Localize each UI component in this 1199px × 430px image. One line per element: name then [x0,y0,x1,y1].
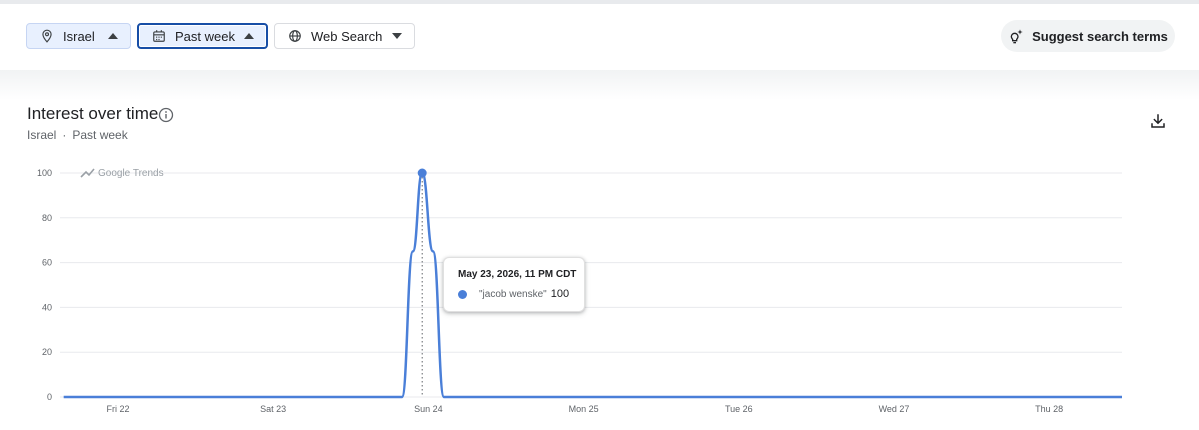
time-filter-dropdown[interactable]: Past week [137,23,268,49]
x-tick-label: Tue 26 [725,404,753,414]
y-tick-label: 0 [47,392,52,402]
suggest-search-terms-label: Suggest search terms [1032,28,1168,44]
geo-filter-label: Israel [63,28,95,44]
tooltip-value: 100 [550,288,570,300]
suggest-search-terms-button[interactable]: Suggest search terms [1001,20,1175,52]
subtitle-time: Past week [72,128,128,142]
caret-down-icon [392,31,402,41]
tooltip-row: "jacob wenske" 100 [458,288,584,300]
search-property-dropdown[interactable]: Web Search [274,23,415,49]
highlight-point [417,168,427,178]
filter-bar: Israel Past week Web Search Suggest sear… [0,4,1199,70]
section-divider [0,70,1199,100]
x-tick-label: Wed 27 [879,404,910,414]
y-tick-label: 20 [42,347,52,357]
download-icon[interactable] [1149,112,1167,130]
globe-icon [287,28,303,44]
data-tooltip: May 23, 2026, 11 PM CDT "jacob wenske" 1… [443,257,585,312]
sparkle-lightbulb-icon [1008,28,1024,44]
caret-up-icon [108,31,118,41]
interest-over-time-chart[interactable]: 0 20 40 60 80 100 Fri 22 Sat 23 Sun 24 Mon 25 Tue… [0,150,1199,430]
watermark-text: Google Trends [98,168,164,179]
series-line [63,171,1127,399]
y-tick-label: 80 [42,213,52,223]
subtitle-geo: Israel [27,128,57,142]
search-property-label: Web Search [311,28,383,44]
x-tick-label: Fri 22 [106,404,129,414]
series-color-dot [458,289,467,299]
tooltip-term: "jacob wenske" [479,288,547,300]
plot-clip [1122,168,1199,402]
geo-filter-dropdown[interactable]: Israel [26,23,131,49]
info-icon[interactable] [158,107,174,123]
subtitle-separator: · [62,128,67,142]
x-tick-label: Sat 23 [260,404,286,414]
y-tick-label: 60 [42,258,52,268]
time-filter-label: Past week [175,28,235,44]
caret-up-icon [244,31,254,41]
y-tick-label: 40 [42,302,52,312]
calendar-icon [151,28,167,44]
x-tick-label: Sun 24 [414,404,443,414]
x-tick-label: Mon 25 [569,404,599,414]
x-tick-label: Thu 28 [1035,404,1063,414]
tooltip-date: May 23, 2026, 11 PM CDT [458,269,577,280]
location-pin-icon [39,28,55,44]
y-tick-label: 100 [37,168,52,178]
card-title: Interest over time [27,104,159,123]
card-subtitle: Israel · Past week [27,128,128,142]
